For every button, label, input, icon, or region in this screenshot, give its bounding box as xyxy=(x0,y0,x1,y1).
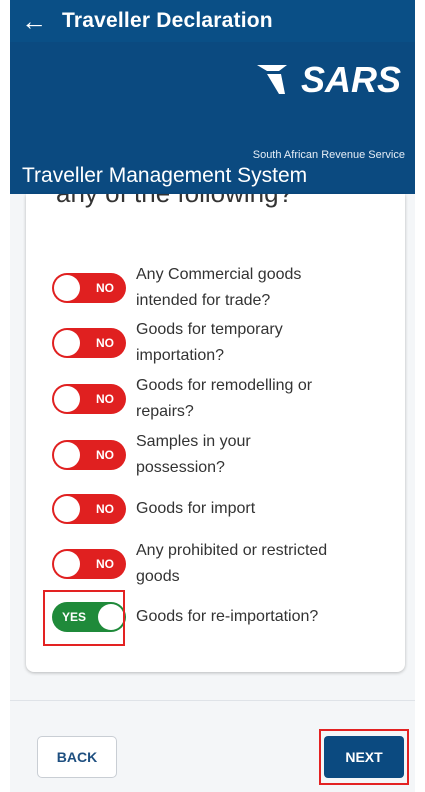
toggle-label: NO xyxy=(96,448,114,462)
app-bar: ← Traveller Declaration xyxy=(10,0,415,42)
toggle-commercial-goods[interactable]: NO xyxy=(52,273,126,303)
item-label: Any prohibited or restricted goods xyxy=(136,542,328,585)
toggle-knob xyxy=(54,551,80,577)
highlight-next-button xyxy=(319,729,409,785)
item-prohibited-restricted: NO Any prohibited or restricted goods xyxy=(52,538,382,590)
item-label: Goods for temporary importation? xyxy=(136,321,283,364)
toggle-knob xyxy=(54,275,80,301)
toggle-temporary-importation[interactable]: NO xyxy=(52,328,126,358)
item-samples: NO Samples in your possession? xyxy=(52,429,382,481)
toggle-prohibited-restricted[interactable]: NO xyxy=(52,549,126,579)
back-arrow-icon[interactable]: ← xyxy=(10,0,58,42)
item-label: Goods for re-importation? xyxy=(136,608,319,625)
toggle-knob xyxy=(54,496,80,522)
item-remodelling-repairs: NO Goods for remodelling or repairs? xyxy=(52,373,382,425)
toggle-samples[interactable]: NO xyxy=(52,440,126,470)
sars-logo-text: SARS xyxy=(301,59,401,98)
question-text: any of the following? xyxy=(56,194,293,209)
item-label: Goods for import xyxy=(136,500,256,517)
item-label: Samples in your possession? xyxy=(136,433,251,476)
item-import: NO Goods for import xyxy=(52,494,382,524)
toggle-knob xyxy=(54,330,80,356)
item-commercial-goods: NO Any Commercial goods intended for tra… xyxy=(52,262,382,314)
item-label: Any Commercial goods intended for trade? xyxy=(136,266,302,309)
back-button[interactable]: BACK xyxy=(37,736,117,778)
item-temporary-importation: NO Goods for temporary importation? xyxy=(52,317,382,369)
app-title: Traveller Declaration xyxy=(62,9,273,32)
toggle-import[interactable]: NO xyxy=(52,494,126,524)
toggle-label: NO xyxy=(96,557,114,571)
system-title: Traveller Management System xyxy=(10,158,415,194)
toggle-remodelling-repairs[interactable]: NO xyxy=(52,384,126,414)
toggle-label: NO xyxy=(96,392,114,406)
divider xyxy=(10,700,415,701)
toggle-label: NO xyxy=(96,281,114,295)
sars-logo: SARS xyxy=(257,59,401,98)
item-label: Goods for remodelling or repairs? xyxy=(136,377,313,420)
highlight-yes-toggle xyxy=(43,590,125,646)
toggle-label: NO xyxy=(96,502,114,516)
toggle-label: NO xyxy=(96,336,114,350)
toggle-knob xyxy=(54,386,80,412)
toggle-knob xyxy=(54,442,80,468)
